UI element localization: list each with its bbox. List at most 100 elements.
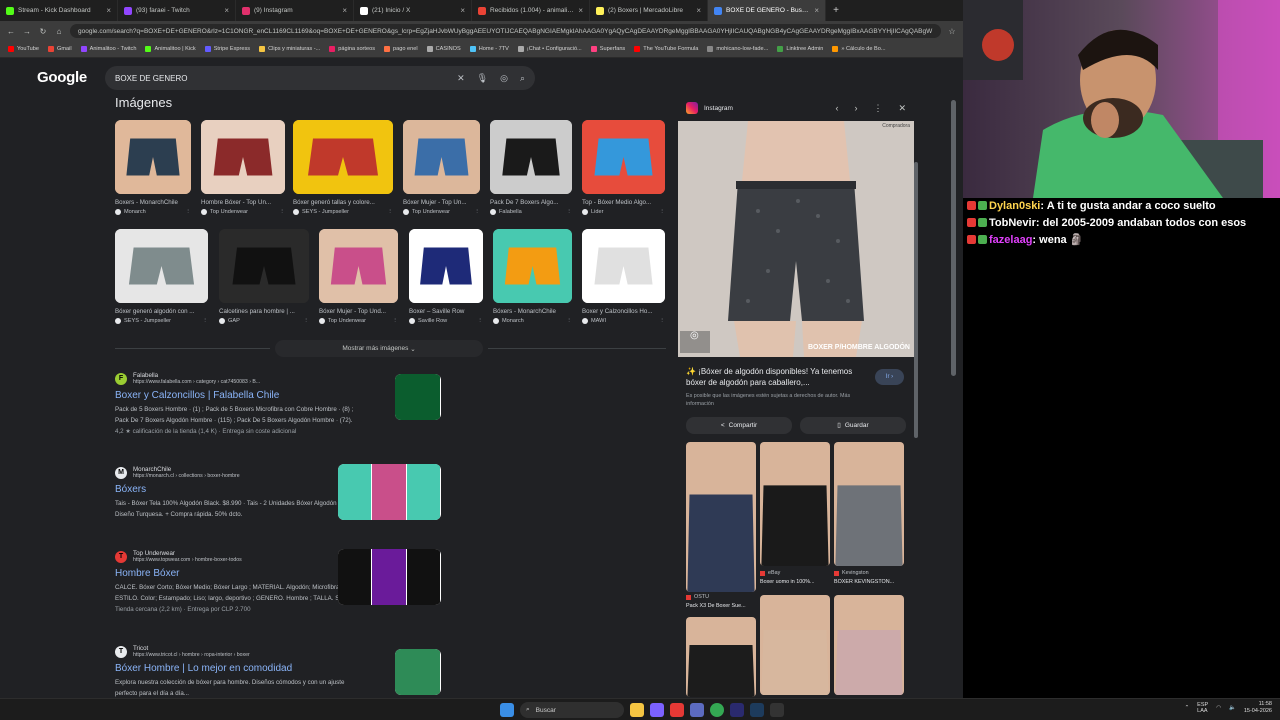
result-source[interactable]: T Tricot https://www.tricot.cl › hombre … xyxy=(115,645,440,658)
more-icon[interactable]: ⋮ xyxy=(566,209,572,215)
more-icon[interactable]: ⋮ xyxy=(873,103,882,114)
bookmark-item[interactable]: mohicano-low-fade... xyxy=(707,46,768,52)
browser-tab[interactable]: (21) Inicio / X × xyxy=(354,0,472,21)
image-result[interactable]: Hombre Bóxer - Top Un... Top Underwear ⋮ xyxy=(201,120,285,215)
more-icon[interactable]: ⋮ xyxy=(185,209,191,215)
related-image[interactable] xyxy=(834,442,904,566)
url-field[interactable]: google.com/search?q=BOXE+DE+GENERO&rlz=1… xyxy=(70,24,941,38)
image-title[interactable]: Calcetines para hombre | ... xyxy=(219,308,309,315)
related-image[interactable] xyxy=(686,617,756,697)
file-explorer-icon[interactable] xyxy=(630,703,644,717)
clear-icon[interactable]: ✕ xyxy=(457,73,465,84)
photoshop-icon[interactable] xyxy=(750,703,764,717)
close-tab-icon[interactable]: × xyxy=(224,6,229,15)
page-scrollbar[interactable] xyxy=(951,100,956,376)
image-title[interactable]: Bóxer Mujer - Top Un... xyxy=(403,199,480,206)
result-thumbnail[interactable] xyxy=(338,464,441,520)
bookmark-item[interactable]: Stripe Express xyxy=(204,46,250,52)
premiere-icon[interactable] xyxy=(730,703,744,717)
image-thumbnail[interactable] xyxy=(115,229,208,303)
related-image[interactable] xyxy=(760,595,830,695)
image-result[interactable]: Bóxers - MonarchChile Monarch ⋮ xyxy=(493,229,572,324)
browser-tab[interactable]: Stream - Kick Dashboard × xyxy=(0,0,118,21)
windows-start-icon[interactable] xyxy=(500,703,514,717)
close-tab-icon[interactable]: × xyxy=(342,6,347,15)
image-title[interactable]: Bóxers - MonarchChile xyxy=(493,308,572,315)
chrome-icon[interactable] xyxy=(710,703,724,717)
more-icon[interactable]: ⋮ xyxy=(659,209,665,215)
result-title-link[interactable]: Boxer y Calzoncillos | Falabella Chile xyxy=(115,390,440,401)
more-icon[interactable]: ⋮ xyxy=(474,209,480,215)
volume-icon[interactable]: 🔈 xyxy=(1229,705,1236,711)
image-title[interactable]: Boxers - MonarchChile xyxy=(115,199,191,206)
result-title-link[interactable]: Bóxer Hombre | Lo mejor en comodidad xyxy=(115,663,440,674)
image-thumbnail[interactable] xyxy=(403,120,480,194)
image-title[interactable]: Boxer – Saville Row xyxy=(409,308,483,315)
save-button[interactable]: ▯ Guardar xyxy=(800,416,906,434)
browser-tab[interactable]: BOXE DE GENERO - Buscar con... × xyxy=(708,0,826,21)
related-image-label[interactable]: OSTU Pack X3 De Boxer Sue... xyxy=(686,594,746,609)
clock[interactable]: 11:58 15-04-2026 xyxy=(1244,701,1272,715)
panel-scrollbar[interactable] xyxy=(914,162,918,438)
bookmark-item[interactable]: ¡Chat • Configuració... xyxy=(517,46,582,52)
image-title[interactable]: Bóxer Mujer - Top Und... xyxy=(319,308,398,315)
lens-icon[interactable]: ◎ xyxy=(500,73,508,84)
image-title[interactable]: Top - Bóxer Medio Algo... xyxy=(582,199,665,206)
related-image[interactable] xyxy=(760,442,830,566)
preview-image[interactable]: Compradora BOXER P/HOMBRE ALGODÓN ◎ xyxy=(678,121,914,357)
image-result[interactable]: Boxer y Calzoncillos Ho... MAWI ⋮ xyxy=(582,229,665,324)
image-thumbnail[interactable] xyxy=(115,120,191,194)
bookmark-item[interactable]: Superfans xyxy=(590,46,625,52)
result-thumbnail[interactable] xyxy=(395,649,441,695)
close-tab-icon[interactable]: × xyxy=(814,6,819,15)
close-tab-icon[interactable]: × xyxy=(696,6,701,15)
chevron-up-icon[interactable]: ⌃ xyxy=(1185,705,1190,711)
browser-tab[interactable]: (2) Boxers | MercadoLibre × xyxy=(590,0,708,21)
caption-text[interactable]: ✨ ¡Bóxer de algodón disponibles! Ya tene… xyxy=(686,366,866,388)
share-button[interactable]: < Compartir xyxy=(686,416,792,434)
bookmark-item[interactable]: Clips y miniaturas -... xyxy=(259,46,320,52)
bookmark-item[interactable]: The YouTube Formula xyxy=(634,46,698,52)
image-title[interactable]: Pack De 7 Boxers Algo... xyxy=(490,199,572,206)
lang-indicator[interactable]: ESP LAA xyxy=(1197,702,1208,715)
more-images-button[interactable]: Mostrar más imágenes ⌄ xyxy=(275,340,483,357)
chat-username[interactable]: Dylan0ski xyxy=(989,200,1040,212)
result-thumbnail[interactable] xyxy=(395,374,441,420)
bookmark-item[interactable]: Home - 7TV xyxy=(469,46,509,52)
more-icon[interactable]: ⋮ xyxy=(659,318,665,324)
more-icon[interactable]: ⋮ xyxy=(392,318,398,324)
back-icon[interactable]: ← xyxy=(6,27,16,36)
bookmark-item[interactable]: CASINOS xyxy=(426,46,461,52)
related-image[interactable] xyxy=(686,442,756,592)
discord-icon[interactable] xyxy=(650,703,664,717)
close-tab-icon[interactable]: × xyxy=(106,6,111,15)
bookmark-item[interactable]: Linktree Admin xyxy=(777,46,823,52)
bookmark-item[interactable]: Animalitoo | Kick xyxy=(145,46,196,52)
image-thumbnail[interactable] xyxy=(201,120,285,194)
chat-username[interactable]: fazelaag xyxy=(989,234,1032,246)
image-title[interactable]: Bóxer generó algodón con ... xyxy=(115,308,208,315)
app-icon[interactable] xyxy=(770,703,784,717)
google-logo[interactable]: Google xyxy=(37,69,87,86)
wifi-icon[interactable]: ◠ xyxy=(1216,705,1221,711)
obs-icon[interactable] xyxy=(690,703,704,717)
related-image-label[interactable]: eBay Boxer uomo in 100%... xyxy=(760,570,815,585)
result-thumbnail[interactable] xyxy=(338,549,441,605)
search-input[interactable]: BOXE DE GENERO xyxy=(115,74,457,83)
related-image[interactable] xyxy=(834,595,904,695)
reload-icon[interactable]: ↻ xyxy=(38,27,48,36)
image-result[interactable]: Boxer – Saville Row Saville Row ⋮ xyxy=(409,229,483,324)
bookmark-item[interactable]: página sorteos xyxy=(329,46,375,52)
image-result[interactable]: Boxers - MonarchChile Monarch ⋮ xyxy=(115,120,191,215)
image-result[interactable]: Bóxer generó algodón con ... SEYS - Jump… xyxy=(115,229,208,324)
image-title[interactable]: Boxer y Calzoncillos Ho... xyxy=(582,308,665,315)
search-box[interactable]: BOXE DE GENERO ✕ 🎙 ◎ ⌕ xyxy=(105,66,535,90)
visit-button[interactable]: Ir › xyxy=(875,369,904,385)
home-icon[interactable]: ⌂ xyxy=(54,27,64,36)
more-icon[interactable]: ⋮ xyxy=(566,318,572,324)
bookmark-item[interactable]: YouTube xyxy=(8,46,39,52)
close-tab-icon[interactable]: × xyxy=(460,6,465,15)
image-thumbnail[interactable] xyxy=(490,120,572,194)
chat-username[interactable]: TobNevir xyxy=(989,217,1036,229)
image-thumbnail[interactable] xyxy=(319,229,398,303)
